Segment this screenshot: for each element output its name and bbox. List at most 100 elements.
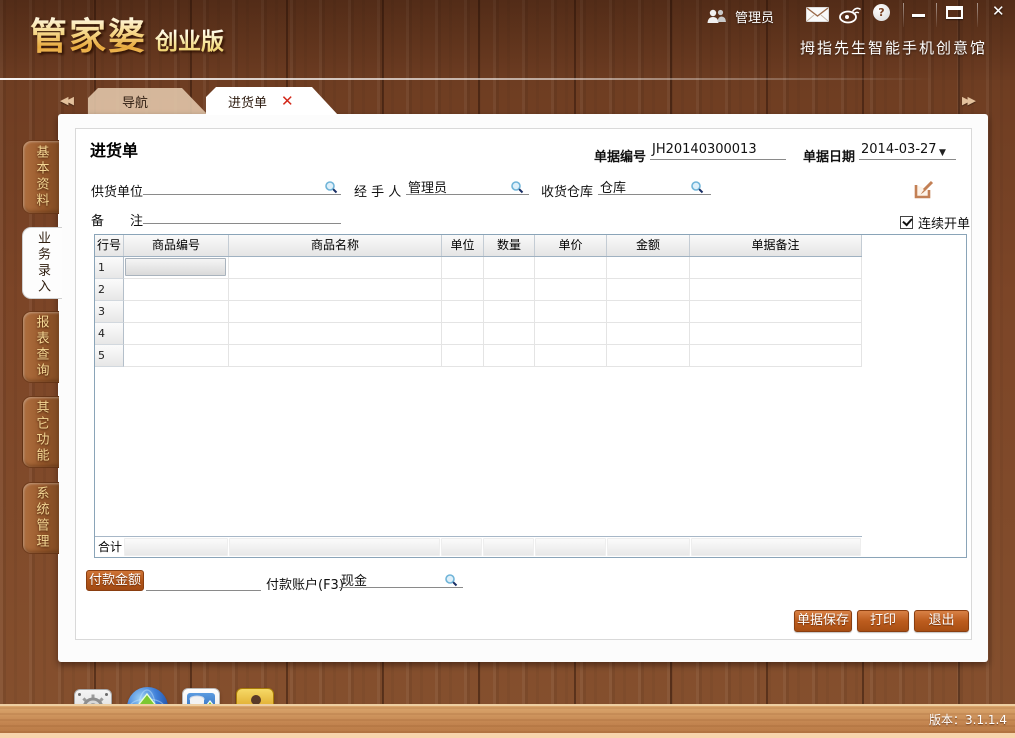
col-header-quantity[interactable]: 数量 (484, 235, 535, 256)
close-button[interactable]: ✕ (992, 2, 1005, 20)
tab-scroll-right[interactable]: ▶▶ (962, 94, 973, 107)
col-header-row-no[interactable]: 行号 (95, 235, 124, 256)
amount-cell[interactable] (607, 301, 690, 323)
col-header-product-name[interactable]: 商品名称 (229, 235, 442, 256)
quantity-cell[interactable] (484, 257, 535, 279)
unit-price-cell[interactable] (535, 257, 607, 279)
col-header-unit-price[interactable]: 单价 (535, 235, 607, 256)
payment-amount-button[interactable]: 付款金额 (86, 570, 144, 591)
sidebar-item-label: 业务录入 (33, 231, 52, 295)
total-quantity-cell (483, 538, 534, 556)
tab-label: 进货单 (228, 92, 267, 111)
sidebar-item-business-entry[interactable]: 业务录入 (22, 227, 62, 299)
product-code-cell[interactable] (124, 257, 229, 279)
row-number-cell: 4 (95, 323, 124, 345)
table-row[interactable]: 5 (95, 345, 862, 367)
tab-scroll-left[interactable]: ◀◀ (60, 94, 71, 107)
remark-field[interactable] (143, 206, 341, 224)
product-code-cell[interactable] (124, 323, 229, 345)
doc-remark-cell[interactable] (690, 323, 862, 345)
tab-purchase-order[interactable]: 进货单 ✕ (206, 87, 338, 115)
quantity-cell[interactable] (484, 279, 535, 301)
company-name: 拇指先生智能手机创意馆 (800, 37, 987, 58)
quantity-cell[interactable] (484, 301, 535, 323)
row-number-cell: 5 (95, 345, 124, 367)
product-name-cell[interactable] (229, 279, 442, 301)
save-button[interactable]: 单据保存 (794, 610, 852, 632)
weibo-icon[interactable] (838, 5, 862, 24)
doc-remark-cell[interactable] (690, 279, 862, 301)
current-user[interactable]: 管理员 (706, 7, 774, 26)
print-button[interactable]: 打印 (857, 610, 909, 632)
sidebar-item-system-management[interactable]: 系统管理 (22, 482, 59, 554)
product-name-cell[interactable] (229, 257, 442, 279)
supplier-lookup-icon[interactable] (324, 180, 338, 194)
product-code-cell[interactable] (124, 345, 229, 367)
amount-cell[interactable] (607, 323, 690, 345)
tab-navigation[interactable]: 导航 (88, 88, 208, 115)
handler-lookup-icon[interactable] (510, 180, 524, 194)
quantity-cell[interactable] (484, 345, 535, 367)
product-name-cell[interactable] (229, 301, 442, 323)
selected-cell[interactable] (125, 258, 226, 276)
maximize-button[interactable] (946, 6, 963, 19)
unit-price-cell[interactable] (535, 323, 607, 345)
total-doc-remark-cell (691, 538, 861, 556)
col-header-doc-remark[interactable]: 单据备注 (690, 235, 862, 256)
user-name-label: 管理员 (735, 7, 774, 26)
table-row[interactable]: 2 (95, 279, 862, 301)
sidebar-item-other-functions[interactable]: 其它功能 (22, 396, 59, 468)
product-code-cell[interactable] (124, 301, 229, 323)
quantity-cell[interactable] (484, 323, 535, 345)
total-unit-cell (441, 538, 483, 556)
unit-cell[interactable] (442, 345, 484, 367)
table-row[interactable]: 1 (95, 257, 862, 279)
unit-cell[interactable] (442, 323, 484, 345)
doc-remark-cell[interactable] (690, 345, 862, 367)
unit-price-cell[interactable] (535, 279, 607, 301)
col-header-amount[interactable]: 金额 (607, 235, 690, 256)
table-header-row: 行号 商品编号 商品名称 单位 数量 单价 金额 单据备注 (95, 235, 862, 257)
doc-date-label: 单据日期 (803, 146, 855, 165)
help-icon[interactable]: ? (873, 4, 890, 21)
unit-cell[interactable] (442, 279, 484, 301)
unit-price-cell[interactable] (535, 301, 607, 323)
col-header-unit[interactable]: 单位 (442, 235, 484, 256)
exit-button[interactable]: 退出 (914, 610, 969, 632)
amount-cell[interactable] (607, 345, 690, 367)
unit-cell[interactable] (442, 257, 484, 279)
col-header-product-code[interactable]: 商品编号 (124, 235, 229, 256)
continuous-billing-checkbox[interactable] (900, 216, 913, 229)
sidebar-item-basic-data[interactable]: 基本资料 (22, 140, 59, 214)
continuous-billing-option: 连续开单 (900, 213, 970, 232)
sidebar-item-report-query[interactable]: 报表查询 (22, 311, 59, 383)
minimize-button[interactable] (912, 14, 925, 17)
logo-sub-text: 创业版 (155, 29, 224, 55)
doc-remark-cell[interactable] (690, 257, 862, 279)
unit-cell[interactable] (442, 301, 484, 323)
row-number-cell: 2 (95, 279, 124, 301)
table-row[interactable]: 3 (95, 301, 862, 323)
table-row[interactable]: 4 (95, 323, 862, 345)
amount-cell[interactable] (607, 257, 690, 279)
edit-icon[interactable] (912, 178, 936, 202)
warehouse-lookup-icon[interactable] (690, 180, 704, 194)
payment-amount-field[interactable] (146, 573, 261, 591)
doc-no-field[interactable]: JH20140300013 (650, 142, 786, 160)
table-total-row: 合计 (95, 536, 862, 557)
mail-icon[interactable] (806, 7, 829, 22)
unit-price-cell[interactable] (535, 345, 607, 367)
tab-close-icon[interactable]: ✕ (281, 94, 294, 109)
date-dropdown-icon[interactable]: ▼ (939, 148, 946, 158)
doc-remark-cell[interactable] (690, 301, 862, 323)
form-area: 进货单 单据编号 JH20140300013 单据日期 2014-03-27 ▼… (75, 128, 972, 640)
amount-cell[interactable] (607, 279, 690, 301)
payment-account-lookup-icon[interactable] (444, 573, 458, 587)
product-code-cell[interactable] (124, 279, 229, 301)
total-product-name-cell (229, 538, 440, 556)
doc-no-label: 单据编号 (594, 146, 646, 165)
app-logo: 管家婆创业版 (30, 6, 224, 60)
product-name-cell[interactable] (229, 345, 442, 367)
supplier-field[interactable] (143, 177, 341, 195)
product-name-cell[interactable] (229, 323, 442, 345)
